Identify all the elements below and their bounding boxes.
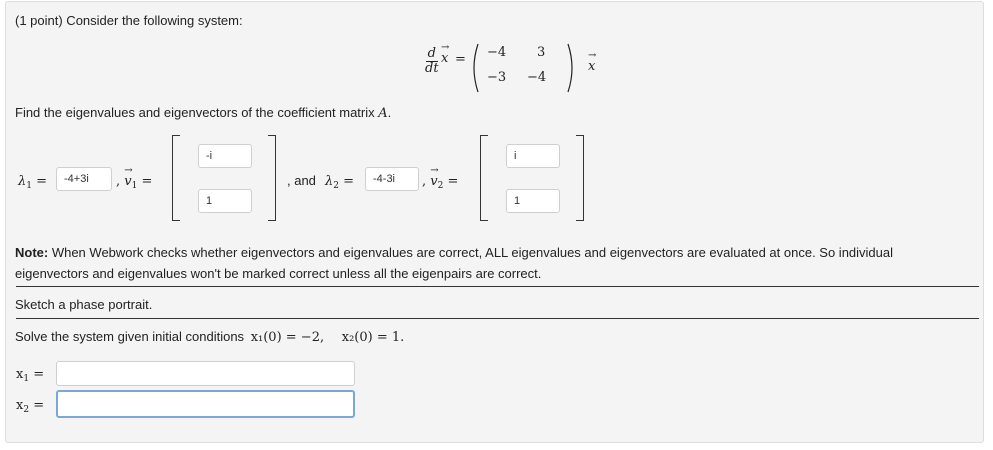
instruction-line: Find the eigenvalues and eigenvectors of… xyxy=(15,105,392,121)
lambda2-input[interactable]: -4-3i xyxy=(365,167,419,191)
divider-2 xyxy=(16,318,979,319)
v2-left-bracket xyxy=(480,135,488,221)
x1-label: x1 = xyxy=(16,367,45,384)
v2-entry-1-input[interactable]: i xyxy=(506,144,560,168)
v1-symbol: v xyxy=(124,174,132,189)
x1-subscript: 1 xyxy=(23,374,30,384)
lambda2-subscript: 2 xyxy=(333,181,339,191)
rhs-vector-symbol: x xyxy=(588,59,596,74)
matrix-entry-11: −4 xyxy=(487,45,507,60)
lambda2-symbol: λ xyxy=(325,174,334,189)
v1-left-bracket xyxy=(172,135,180,221)
and-text: , and xyxy=(287,173,316,188)
x1-input[interactable] xyxy=(56,361,355,386)
v2-label: , → v2 = xyxy=(422,165,459,191)
problem-header: (1 point) Consider the following system: xyxy=(15,13,243,28)
right-paren xyxy=(567,43,573,93)
matrix-entry-21: −3 xyxy=(487,70,507,85)
initial-condition-2: x₂(0) = 1. xyxy=(341,330,405,345)
v1-right-bracket xyxy=(268,135,276,221)
vector-arrow: → xyxy=(588,50,597,61)
note-text-1: When Webwork checks whether eigenvectors… xyxy=(48,245,894,260)
vector-arrow: → xyxy=(441,42,450,53)
lambda1-symbol: λ xyxy=(18,174,27,189)
x2-label: x2 = xyxy=(16,398,45,415)
v1-entry-2-input[interactable]: 1 xyxy=(198,189,252,213)
note-line-1: Note: When Webwork checks whether eigenv… xyxy=(15,245,893,260)
lambda1-subscript: 1 xyxy=(26,181,32,191)
v1-label: , → v1 = xyxy=(116,165,153,191)
matrix-entry-12: 3 xyxy=(537,45,546,60)
note-line-2: eigenvectors and eigenvalues won't be ma… xyxy=(15,266,542,281)
system-equals: = xyxy=(455,52,466,67)
initial-condition-1: x₁(0) = −2, xyxy=(250,330,325,345)
derivative-numerator: d xyxy=(425,46,438,62)
derivative-denominator: dt xyxy=(425,61,439,76)
v2-right-bracket xyxy=(576,135,584,221)
v2-entry-2-input[interactable]: 1 xyxy=(506,189,560,213)
sketch-text: Sketch a phase portrait. xyxy=(15,297,153,312)
divider-1 xyxy=(16,286,979,287)
v2-subscript: 2 xyxy=(437,181,444,191)
lhs-vector-symbol: x xyxy=(441,51,449,66)
instruction-text: Find the eigenvalues and eigenvectors of… xyxy=(15,105,375,120)
derivative-fraction: d dt xyxy=(425,47,439,76)
note-label: Note: xyxy=(15,245,49,260)
vector-arrow: → xyxy=(124,165,133,176)
solve-text: Solve the system given initial condition… xyxy=(15,329,245,344)
lambda1-input[interactable]: -4+3i xyxy=(56,167,112,191)
v1-subscript: 1 xyxy=(131,181,138,191)
left-paren xyxy=(473,43,479,93)
matrix-parentheses xyxy=(473,43,573,93)
x2-input[interactable] xyxy=(56,390,355,418)
vector-arrow: → xyxy=(430,165,439,176)
lhs-vector: → x xyxy=(441,42,449,66)
lambda1-label: λ1 = xyxy=(18,174,48,191)
lambda2-label: λ2 = xyxy=(325,174,355,191)
v2-symbol: v xyxy=(430,174,438,189)
solve-line: Solve the system given initial condition… xyxy=(15,329,404,345)
matrix-symbol: A xyxy=(378,106,388,121)
problem-panel: (1 point) Consider the following system:… xyxy=(5,1,984,443)
system-equation: d dt xyxy=(425,46,439,76)
v1-entry-1-input[interactable]: -i xyxy=(198,144,252,168)
matrix-entry-22: −4 xyxy=(527,70,547,85)
x2-subscript: 2 xyxy=(23,405,30,415)
rhs-vector: → x xyxy=(588,50,596,74)
